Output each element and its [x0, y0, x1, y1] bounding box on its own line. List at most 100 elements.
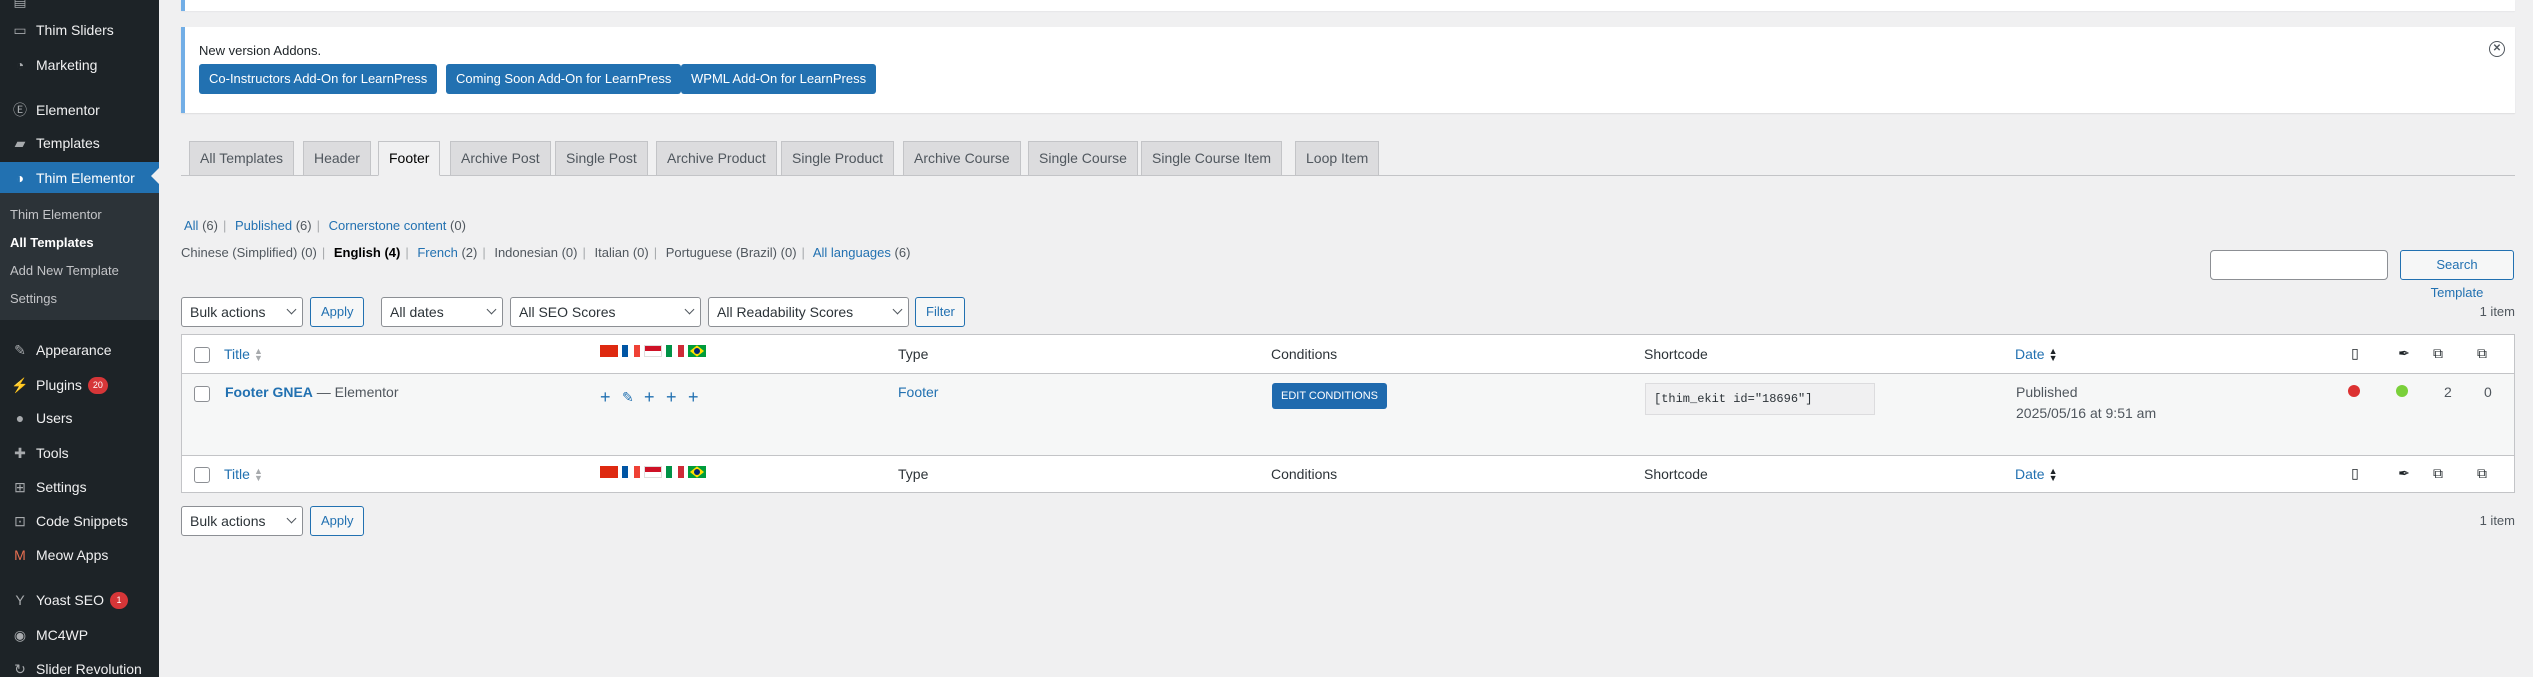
seo-scores-select[interactable]: All SEO Scores [510, 297, 701, 327]
plugins-update-badge: 20 [87, 376, 108, 394]
lang-indonesian[interactable]: Indonesian [494, 245, 558, 260]
chevron-down-icon [684, 304, 695, 315]
user-icon: ● [15, 410, 25, 426]
submenu-all-templates[interactable]: All Templates [10, 235, 94, 250]
sidebar-item-tools[interactable]: ✚ Tools [0, 438, 159, 468]
row-title: Footer GNEA — Elementor [225, 384, 398, 400]
revolution-icon: ↻ [14, 660, 26, 677]
edit-conditions-button[interactable]: EDIT CONDITIONS [1272, 383, 1387, 409]
add-translation-icon[interactable]: + [600, 388, 611, 406]
tab-archive-course[interactable]: Archive Course [903, 141, 1021, 176]
filter-button[interactable]: Filter [915, 297, 965, 327]
sidebar-item-slider-revolution[interactable]: ↻ Slider Revolution [0, 654, 159, 677]
template-title-link[interactable]: Footer GNEA [225, 384, 313, 400]
column-title-footer[interactable]: Title ▲ ▼ [224, 466, 263, 484]
sort-icon: ▲ ▼ [253, 466, 263, 484]
seo-score-column-icon[interactable]: ▯ [2347, 465, 2363, 481]
status-all-link[interactable]: All [184, 218, 198, 233]
apply-button-bottom[interactable]: Apply [310, 506, 364, 536]
select-all-checkbox[interactable] [194, 347, 210, 363]
sidebar-item-code-snippets[interactable]: ⊡ Code Snippets [0, 506, 159, 536]
template-type-link[interactable]: Footer [898, 384, 938, 400]
sidebar-item-thim-sliders[interactable]: ▭ Thim Sliders [0, 15, 159, 45]
sidebar-item-label: Users [36, 410, 73, 426]
outgoing-links-column-icon[interactable]: ⧉ [2430, 465, 2446, 481]
shortcode-field[interactable]: [thim_ekit id="18696"] [1645, 383, 1875, 415]
select-all-checkbox-bottom[interactable] [194, 467, 210, 483]
sidebar-item-settings[interactable]: ⊞ Settings [0, 472, 159, 502]
sidebar-item-label: Yoast SEO [36, 592, 104, 608]
search-input[interactable] [2210, 250, 2388, 280]
column-date-footer[interactable]: Date ▲ ▼ [2015, 466, 2058, 483]
column-conditions: Conditions [1271, 346, 1338, 362]
sidebar-item-appearance[interactable]: ✎ Appearance [0, 335, 159, 365]
sidebar-item-marketing[interactable]: ◔ Marketing [0, 50, 159, 80]
search-template-button[interactable]: Search Template [2400, 250, 2514, 300]
readability-column-icon[interactable]: ✒ [2396, 345, 2412, 361]
lang-italian[interactable]: Italian [595, 245, 630, 260]
tab-loop-item[interactable]: Loop Item [1295, 141, 1380, 176]
seo-score-column-icon[interactable]: ▯ [2347, 345, 2363, 361]
china-flag-icon [600, 466, 618, 478]
sidebar-item-label: Templates [36, 135, 100, 151]
lang-french-count: (2) [461, 245, 478, 260]
lang-french[interactable]: French [417, 245, 457, 260]
notice-partial [181, 0, 2515, 11]
admin-sidebar: ▤ ▭ Thim Sliders ◔ Marketing Ⓔ Elementor… [0, 0, 159, 677]
column-date[interactable]: Date ▲ ▼ [2015, 346, 2058, 363]
outgoing-links-column-icon[interactable]: ⧉ [2430, 345, 2446, 361]
sidebar-item-plugins[interactable]: ⚡ Plugins 20 [0, 370, 159, 400]
submenu-add-new-template[interactable]: Add New Template [10, 263, 119, 278]
submenu-settings[interactable]: Settings [10, 291, 57, 306]
readability-scores-select[interactable]: All Readability Scores [708, 297, 909, 327]
readability-scores-value: All Readability Scores [717, 304, 854, 320]
incoming-links-column-icon[interactable]: ⧉ [2474, 465, 2490, 481]
submenu-thim-elementor[interactable]: Thim Elementor [10, 207, 102, 222]
co-instructors-addon-button[interactable]: Co-Instructors Add-On for LearnPress [199, 64, 438, 94]
dismiss-icon[interactable]: ✕ [2489, 41, 2505, 57]
lang-chinese[interactable]: Chinese (Simplified) [181, 245, 297, 260]
france-flag-icon [622, 345, 640, 357]
bulk-actions-select-top[interactable]: Bulk actions [181, 297, 303, 327]
sidebar-item-thim-elementor[interactable]: ◑ Thim Elementor [0, 162, 159, 194]
dates-select[interactable]: All dates [381, 297, 503, 327]
column-conditions-footer: Conditions [1271, 466, 1338, 482]
wpml-addon-button[interactable]: WPML Add-On for LearnPress [681, 64, 877, 94]
sidebar-item-templates[interactable]: ▰ Templates [0, 128, 159, 158]
tab-header[interactable]: Header [303, 141, 371, 176]
tab-footer[interactable]: Footer [378, 141, 441, 176]
lang-portuguese[interactable]: Portuguese (Brazil) [666, 245, 777, 260]
bulk-actions-select-bottom[interactable]: Bulk actions [181, 506, 303, 536]
coming-soon-addon-button[interactable]: Coming Soon Add-On for LearnPress [446, 64, 682, 94]
lang-all[interactable]: All languages [813, 245, 891, 260]
tab-single-post[interactable]: Single Post [555, 141, 648, 176]
tab-archive-product[interactable]: Archive Product [656, 141, 777, 176]
status-cornerstone-link[interactable]: Cornerstone content [329, 218, 447, 233]
add-translation-icon[interactable]: + [644, 388, 655, 406]
sidebar-item-mc4wp[interactable]: ◉ MC4WP [0, 620, 159, 650]
sidebar-item-elementor[interactable]: Ⓔ Elementor [0, 95, 159, 125]
edit-translation-icon[interactable]: ✎ [622, 388, 634, 406]
code-icon: ⊡ [14, 512, 26, 529]
tab-single-course-item[interactable]: Single Course Item [1141, 141, 1283, 176]
tab-archive-post[interactable]: Archive Post [450, 141, 551, 176]
sidebar-item-label: Elementor [36, 102, 100, 118]
apply-button-top[interactable]: Apply [310, 297, 364, 327]
readability-column-icon[interactable]: ✒ [2396, 465, 2412, 481]
incoming-links-column-icon[interactable]: ⧉ [2474, 345, 2490, 361]
column-title[interactable]: Title ▲ ▼ [224, 346, 263, 363]
add-translation-icon[interactable]: + [688, 388, 699, 406]
sidebar-item-users[interactable]: ● Users [0, 403, 159, 433]
sidebar-item-analytics-partial[interactable]: ▤ [0, 0, 159, 16]
row-checkbox[interactable] [194, 386, 210, 402]
sidebar-item-meow-apps[interactable]: M Meow Apps [0, 540, 159, 570]
tab-all-templates[interactable]: All Templates [189, 141, 295, 176]
tab-single-course[interactable]: Single Course [1028, 141, 1138, 176]
tab-single-product[interactable]: Single Product [781, 141, 895, 176]
add-translation-icon[interactable]: + [666, 388, 677, 406]
bulk-actions-value: Bulk actions [190, 304, 266, 320]
sidebar-item-yoast-seo[interactable]: Y Yoast SEO 1 [0, 585, 159, 615]
status-published-link[interactable]: Published [235, 218, 292, 233]
lang-english[interactable]: English [334, 245, 381, 260]
table-header: Title ▲ ▼ Type Conditions Shortcode Date ▲ ▼… [182, 335, 2514, 374]
